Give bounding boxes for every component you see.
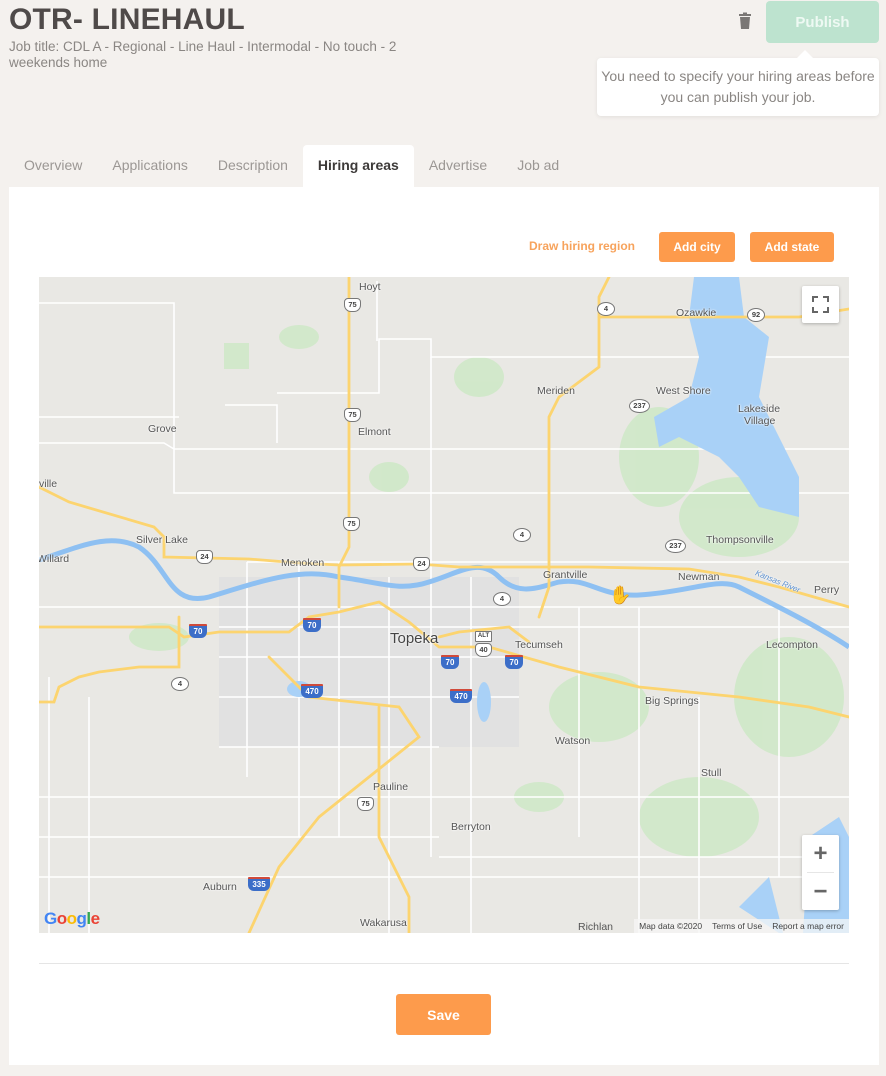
map-place-label: Thompsonville [706,534,774,546]
zoom-out-button[interactable]: − [802,873,839,910]
map-place-label: Grantville [543,569,588,581]
interstate-shield: 470 [450,689,472,703]
us-route-shield: 75 [344,408,361,422]
add-city-button[interactable]: Add city [659,232,735,262]
state-route-shield: 237 [665,539,686,553]
state-route-shield: 4 [597,302,615,316]
fullscreen-icon [812,296,829,313]
map-place-label: West Shore [656,385,711,397]
us-route-shield: 75 [344,298,361,312]
us-route-shield: 24 [413,557,430,571]
interstate-shield: 470 [301,684,323,698]
tab-overview[interactable]: Overview [9,145,97,187]
map-place-label: Stull [701,767,722,779]
map-data-text: Map data ©2020 [639,921,703,931]
map-place-label: ville [39,478,58,490]
map-place-label: Elmont [358,426,391,438]
zoom-control: + − [802,835,839,910]
publish-button[interactable]: Publish [766,1,879,43]
job-subtitle: Job title: CDL A - Regional - Line Haul … [9,39,397,70]
map-place-label: Ozawkie [676,307,717,319]
add-state-button[interactable]: Add state [750,232,834,262]
map-place-label: Richlan [578,921,614,933]
interstate-shield: 70 [189,624,207,638]
google-letter: o [66,909,77,928]
map-place-label: Pauline [373,781,409,793]
tab-job-ad[interactable]: Job ad [502,145,574,187]
us-route-shield: 40 [475,643,492,657]
map-place-label: Menoken [281,557,325,569]
draw-hiring-region-link[interactable]: Draw hiring region [529,239,635,253]
google-letter: g [76,909,87,928]
map-place-label: Watson [555,735,591,747]
tooltip-text: You need to specify your hiring areas be… [601,68,875,105]
map-place-label: Meriden [537,385,575,397]
interstate-shield: 70 [441,655,459,669]
interstate-shield: 335 [248,877,270,891]
map-place-label: Hoyt [359,281,381,293]
map-place-label: Big Springs [645,695,699,707]
google-letter: e [90,909,100,928]
map-base-layer [39,277,849,933]
google-letter: G [44,909,57,928]
us-route-shield: 75 [357,797,374,811]
map-place-label: Lakeside [738,403,781,415]
footer-divider [39,963,849,964]
us-route-shield: 24 [196,550,213,564]
report-map-error-link[interactable]: Report a map error [767,919,849,933]
map-place-label: Grove [148,423,177,435]
save-button[interactable]: Save [396,994,491,1035]
map-place-label: Auburn [203,881,237,893]
map-place-label: Newman [678,571,720,583]
map-place-label: Lecompton [766,639,818,651]
job-title: OTR- LINEHAUL [9,3,245,36]
google-logo: Google [44,909,100,929]
state-route-shield: 4 [171,677,189,691]
map-place-label: Silver Lake [136,534,188,546]
alt-route-plate: ALT [475,631,492,642]
tab-description[interactable]: Description [203,145,303,187]
tab-advertise[interactable]: Advertise [414,145,502,187]
us-route-shield: 75 [343,517,360,531]
zoom-in-button[interactable]: + [802,835,839,872]
google-letter: o [56,909,67,928]
state-route-shield: 237 [629,399,650,413]
fullscreen-button[interactable] [802,286,839,323]
hiring-area-map[interactable]: Hoyt Ozawkie Meriden West Shore Lakeside… [39,277,849,933]
terms-of-use-link[interactable]: Terms of Use [707,919,767,933]
state-route-shield: 4 [513,528,531,542]
interstate-shield: 70 [505,655,523,669]
publish-tooltip: You need to specify your hiring areas be… [597,50,879,116]
hand-cursor-icon: ✋ [609,585,632,605]
interstate-shield: 70 [303,618,321,632]
tab-hiring-areas[interactable]: Hiring areas [302,145,414,187]
map-attribution: Map data ©2020 Terms of Use Report a map… [634,919,849,933]
map-place-label: Wakarusa [360,917,407,929]
delete-button[interactable] [736,12,754,32]
map-city-label-topeka: Topeka [390,630,439,647]
map-place-label: Tecumseh [515,639,563,651]
state-route-shield: 4 [493,592,511,606]
trash-icon [739,12,751,29]
map-place-label: Perry [814,584,840,596]
map-place-label: Village [744,415,776,427]
tab-bar: Overview Applications Description Hiring… [9,145,574,187]
map-place-label: Berryton [451,821,491,833]
map-place-label: Willard [39,553,70,565]
tab-applications[interactable]: Applications [97,145,203,187]
state-route-shield: 92 [747,308,765,322]
